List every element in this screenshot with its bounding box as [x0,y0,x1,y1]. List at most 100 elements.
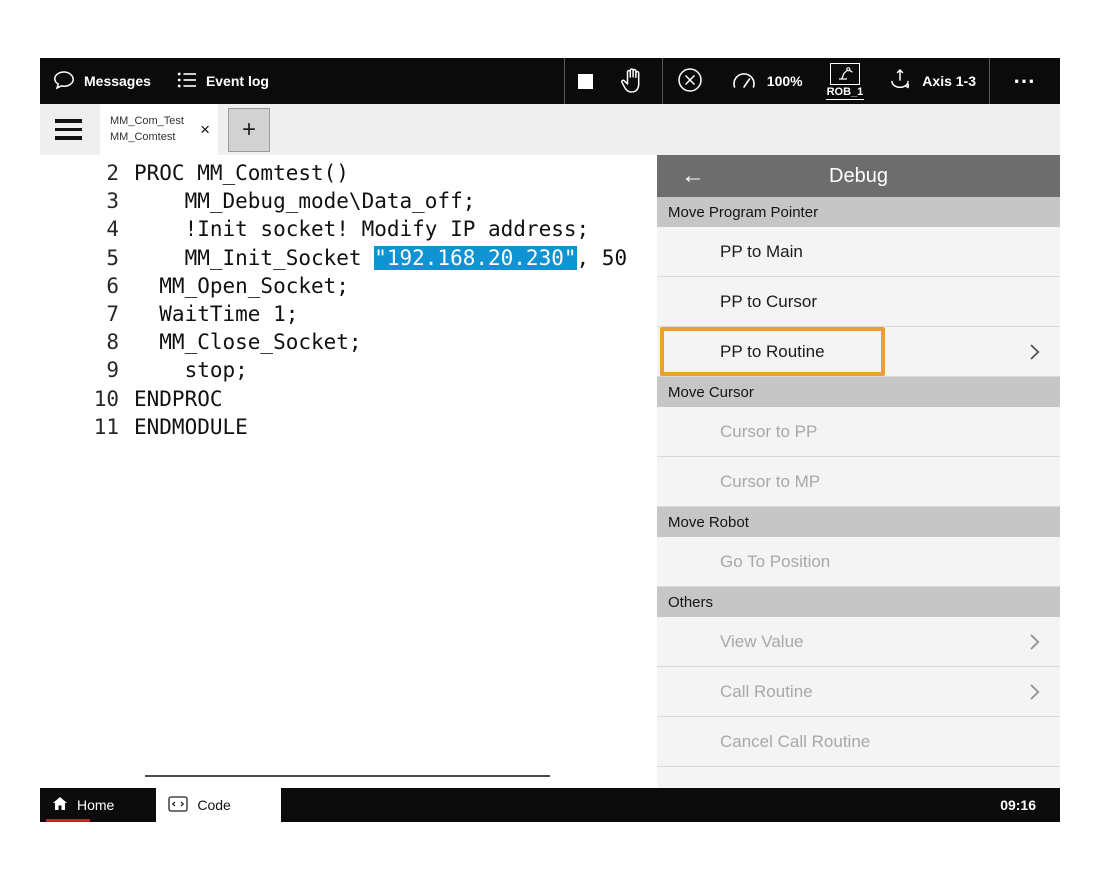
speed-button[interactable]: 100% [717,58,816,104]
line-number: 4 [40,215,119,243]
messages-button[interactable]: Messages [40,58,164,104]
clock: 09:16 [1000,797,1060,813]
line-text: ENDPROC [119,385,223,413]
debug-item-cancel-call-routine[interactable]: Cancel Call Routine [657,717,1060,767]
main-content: 2 PROC MM_Comtest() 3 MM_Debug_mode\Data… [40,155,1060,788]
code-editor[interactable]: 2 PROC MM_Comtest() 3 MM_Debug_mode\Data… [40,155,657,788]
debug-item-call-routine[interactable]: Call Routine [657,667,1060,717]
home-active-indicator [46,819,90,823]
debug-item-go-to-position[interactable]: Go To Position [657,537,1060,587]
motors-off-icon [676,66,704,97]
ellipsis-icon: ⋯ [1003,68,1047,94]
debug-item-label: PP to Main [720,242,1040,262]
debug-item-label: Call Routine [720,682,1029,702]
line-text: PROC MM_Comtest() [119,159,349,187]
home-icon [52,796,68,814]
line-number: 7 [40,300,119,328]
line-number: 9 [40,356,119,384]
hand-icon [619,66,649,97]
bullet-list-icon [177,71,197,92]
line-text: MM_Close_Socket; [119,328,362,356]
debug-panel-title: Debug [829,165,888,188]
debug-menu: Move Program Pointer PP to Main PP to Cu… [657,197,1060,788]
event-log-label: Event log [206,73,269,89]
tab-title-line2: MM_Comtest [110,130,194,145]
robot-arm-icon [830,63,860,85]
line-number: 11 [40,413,119,441]
line-text: MM_Init_Socket "192.168.20.230", 50 [119,244,627,272]
line-number: 6 [40,272,119,300]
event-log-button[interactable]: Event log [164,58,282,104]
debug-section-header: Move Cursor [657,377,1060,407]
line-number: 2 [40,159,119,187]
code-line[interactable]: 6 MM_Open_Socket; [40,272,657,300]
speed-value: 100% [767,73,803,89]
file-tab[interactable]: MM_Com_Test MM_Comtest × [100,104,218,155]
tab-title: MM_Com_Test MM_Comtest [110,114,194,145]
code-line[interactable]: 7 WaitTime 1; [40,300,657,328]
debug-item-label: Cancel Call Routine [720,732,1040,752]
debug-item-label: Cursor to PP [720,422,1040,442]
line-text: MM_Debug_mode\Data_off; [119,187,475,215]
line-number: 3 [40,187,119,215]
axis-label: Axis 1-3 [922,73,976,89]
line-text: stop; [119,356,248,384]
robot-unit-label: ROB_1 [826,86,865,100]
code-line[interactable]: 5 MM_Init_Socket "192.168.20.230", 50 [40,244,657,272]
debug-item-cursor-to-pp[interactable]: Cursor to PP [657,407,1060,457]
debug-panel: ← Debug Move Program Pointer PP to Main … [657,155,1060,788]
horizontal-scrollbar[interactable] [145,775,550,777]
tab-title-line1: MM_Com_Test [110,114,194,129]
code-line[interactable]: 3 MM_Debug_mode\Data_off; [40,187,657,215]
code-line[interactable]: 11 ENDMODULE [40,413,657,441]
debug-item-label: View Value [720,632,1029,652]
chevron-right-icon [1029,343,1040,361]
line-text: !Init socket! Modify IP address; [119,215,589,243]
motors-state-button[interactable] [663,58,717,104]
chat-bubble-icon [53,70,75,93]
home-button[interactable]: Home [40,788,130,822]
line-number: 5 [40,244,119,272]
code-line[interactable]: 10 ENDPROC [40,385,657,413]
speedometer-icon [730,68,758,95]
debug-item-pp-to-routine[interactable]: PP to Routine [657,327,1060,377]
line-text: WaitTime 1; [119,300,298,328]
debug-section-header: Others [657,587,1060,617]
stop-button[interactable] [565,58,606,104]
taskbar: Home Code 09:16 [40,788,1060,822]
hamburger-icon [55,119,82,123]
debug-section-header: Move Robot [657,507,1060,537]
debug-item-pp-to-cursor[interactable]: PP to Cursor [657,277,1060,327]
back-button[interactable]: ← [681,155,705,197]
new-tab-button[interactable]: + [228,108,270,152]
line-number: 8 [40,328,119,356]
code-line[interactable]: 2 PROC MM_Comtest() [40,159,657,187]
home-label: Home [77,797,114,813]
debug-item-cursor-to-mp[interactable]: Cursor to MP [657,457,1060,507]
code-label: Code [197,797,230,813]
code-line[interactable]: 4 !Init socket! Modify IP address; [40,215,657,243]
code-line[interactable]: 9 stop; [40,356,657,384]
more-button[interactable]: ⋯ [990,58,1060,104]
code-line[interactable]: 8 MM_Close_Socket; [40,328,657,356]
axis-button[interactable]: Axis 1-3 [874,58,989,104]
debug-item-label: Go To Position [720,552,1040,572]
debug-item-label: Cursor to MP [720,472,1040,492]
code-tab-button[interactable]: Code [156,788,281,822]
messages-label: Messages [84,73,151,89]
hamburger-menu-button[interactable] [55,119,82,140]
hand-guide-button[interactable] [606,58,662,104]
debug-item-label: PP to Routine [720,342,1029,362]
line-number: 10 [40,385,119,413]
code-window-icon [168,796,188,815]
debug-item-label: PP to Cursor [720,292,1040,312]
close-tab-button[interactable]: × [194,120,210,140]
chevron-right-icon [1029,683,1040,701]
status-bar: Messages Event log [40,58,1060,104]
debug-item-view-value[interactable]: View Value [657,617,1060,667]
flexpendant-app: Messages Event log [40,58,1060,822]
debug-item-pp-to-main[interactable]: PP to Main [657,227,1060,277]
robot-unit-button[interactable]: ROB_1 [816,58,875,104]
line-text: MM_Open_Socket; [119,272,349,300]
tab-bar: MM_Com_Test MM_Comtest × + [40,104,1060,155]
